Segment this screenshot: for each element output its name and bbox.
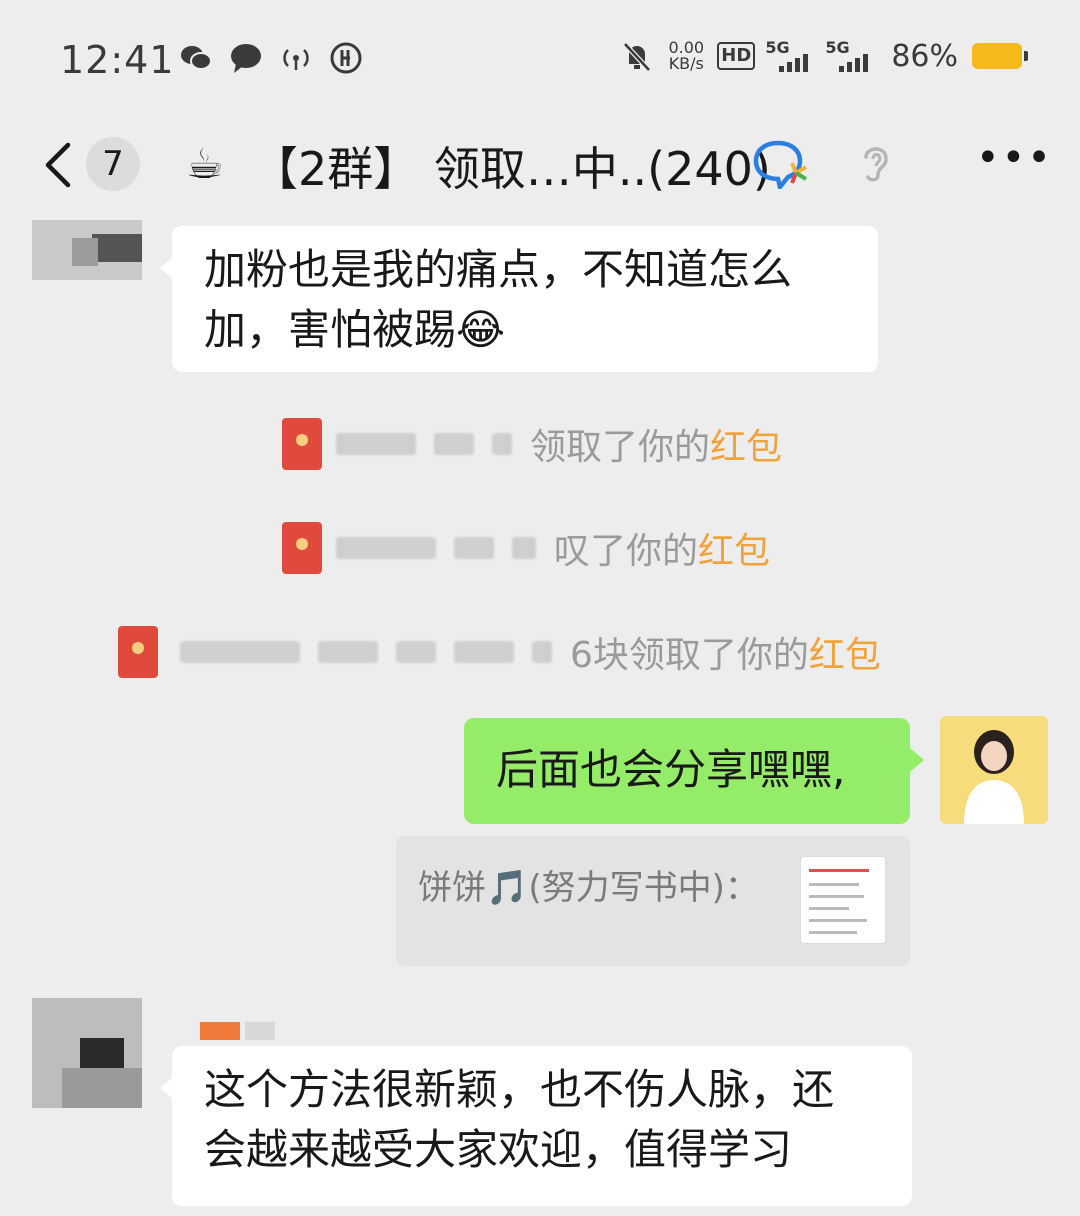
notification-icons [178, 40, 364, 76]
red-packet-icon [282, 522, 322, 574]
group-emoji: ☕ [186, 139, 224, 188]
message-bubble-self[interactable]: 后面也会分享嘿嘿, [464, 718, 924, 824]
system-notice: 6块领取了你的 红包 [118, 626, 881, 678]
quote-thumbnail[interactable] [800, 856, 886, 944]
more-options-button[interactable]: ••• [976, 138, 1051, 183]
message-text: 后面也会分享嘿嘿, [496, 745, 846, 794]
unread-count-badge[interactable]: 7 [86, 137, 140, 191]
message-line: 会越来越受大家欢迎，值得学习 [204, 1125, 793, 1174]
battery-icon [972, 43, 1028, 69]
message-line: 这个方法很新颖，也不伤人脉，还 [204, 1065, 835, 1114]
ear-mode-icon[interactable] [856, 139, 896, 185]
battery-percent: 86% [891, 38, 958, 74]
message-bubble[interactable]: 加粉也是我的痛点，不知道怎么 加，害怕被踢😂 [160, 226, 878, 372]
wechat-icon [181, 46, 212, 70]
back-button[interactable] [38, 137, 78, 193]
message-bubble[interactable]: 这个方法很新颖，也不伤人脉，还 会越来越受大家欢迎，值得学习 [160, 1046, 912, 1206]
red-packet-icon [118, 626, 158, 678]
red-packet-link[interactable]: 红包 [809, 626, 881, 678]
self-avatar[interactable] [940, 716, 1048, 824]
person-icon [964, 730, 1024, 824]
notice-text: 领取了你的 [530, 427, 711, 468]
notice-text: 6块领取了你的 [570, 635, 809, 676]
message-line: 加，害怕被踢😂 [204, 305, 506, 354]
blurred-name [336, 433, 416, 455]
avatar[interactable] [32, 998, 142, 1108]
system-notice: 领取了你的 红包 [282, 418, 782, 470]
hd-badge: HD [717, 42, 756, 70]
mute-bell-icon [623, 42, 652, 72]
status-right: 0.00 KB/s HD 5G 5G 86% [619, 38, 1028, 74]
hotspot-icon [283, 49, 309, 70]
system-notice: 叹了你的 红包 [282, 522, 770, 574]
quote-text: 饼饼🎵(努力写书中)： [418, 868, 759, 908]
red-packet-link[interactable]: 红包 [698, 522, 770, 574]
signal-sim1-icon: 5G [765, 38, 815, 74]
sender-name [200, 1022, 280, 1040]
notice-text: 叹了你的 [554, 531, 699, 572]
blurred-name [180, 641, 300, 663]
message-icon [231, 44, 261, 73]
status-time: 12:41 [60, 38, 175, 82]
signal-sim2-icon: 5G [825, 38, 875, 74]
quoted-message[interactable]: 饼饼🎵(努力写书中)： [396, 836, 910, 966]
message-line: 加粉也是我的痛点，不知道怎么 [204, 245, 793, 294]
data-saver-icon [330, 42, 362, 74]
chat-title[interactable]: 【2群】 领取…中..(240) [252, 133, 771, 199]
chat-header: 7 ☕ 【2群】 领取…中..(240) ••• [0, 115, 1080, 215]
avatar[interactable] [32, 220, 142, 280]
status-bar: 12:41 0.00 KB/s HD 5G 5G 86% [0, 0, 1080, 115]
net-speed: 0.00 KB/s [668, 38, 705, 73]
group-chat-icon[interactable] [752, 137, 812, 189]
red-packet-icon [282, 418, 322, 470]
red-packet-link[interactable]: 红包 [710, 418, 782, 470]
blurred-name [336, 537, 436, 559]
